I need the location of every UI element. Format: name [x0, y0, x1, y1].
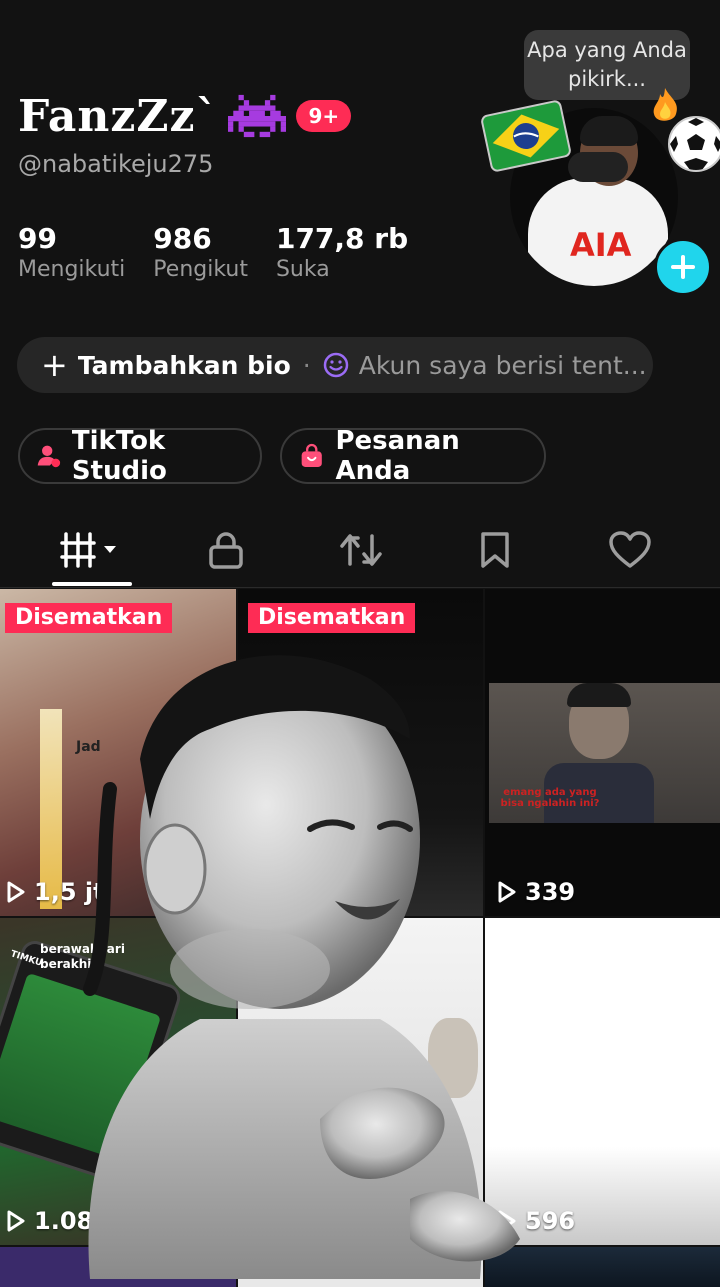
baby-sticker-overlay	[83, 655, 520, 1279]
tab-videos[interactable]	[20, 520, 164, 580]
notification-badge[interactable]: 9+	[296, 100, 352, 132]
stat-following[interactable]: 99 Mengikuti	[18, 222, 125, 284]
play-icon	[7, 1210, 25, 1232]
stat-value: 986	[153, 222, 212, 255]
shopping-bag-icon	[301, 443, 322, 467]
tiktok-studio-button[interactable]: TikTok Studio	[18, 426, 262, 486]
tiktok-studio-label: TikTok Studio	[71, 426, 167, 486]
bookmark-icon	[481, 532, 509, 568]
username-handle: @nabatikeju275	[18, 150, 214, 178]
avatar-hair	[580, 116, 638, 146]
bio-hint-text: Akun saya berisi tent...	[358, 350, 647, 380]
tab-favorites[interactable]	[423, 520, 567, 580]
video-grid: Jad Disematkan 1,5 jt Disematkan emang a…	[0, 589, 720, 1287]
avatar-jersey-text: AIA	[570, 226, 632, 264]
stat-followers[interactable]: 986 Pengikut	[153, 222, 248, 284]
tab-liked[interactable]	[558, 520, 702, 580]
alien-monster-icon	[228, 94, 287, 138]
play-icon	[7, 881, 25, 903]
stat-likes[interactable]: 177,8 rb Suka	[276, 222, 408, 284]
profile-content-tabs	[0, 520, 720, 588]
fire-icon	[653, 88, 677, 121]
add-profile-photo-button[interactable]	[654, 238, 712, 296]
pinned-badge: Disematkan	[5, 603, 173, 633]
your-orders-label: Pesanan Anda	[335, 426, 460, 486]
lock-icon	[209, 532, 243, 569]
your-orders-button[interactable]: Pesanan Anda	[280, 426, 546, 486]
display-name: FanzZz`	[18, 90, 219, 142]
studio-person-icon	[37, 445, 61, 468]
tab-private[interactable]	[154, 520, 298, 580]
plus-icon	[671, 255, 695, 279]
active-tab-indicator	[52, 582, 132, 586]
heart-icon	[609, 531, 651, 568]
repost-icon	[340, 534, 382, 566]
profile-stats: 99 Mengikuti 986 Pengikut 177,8 rb Suka	[18, 222, 408, 284]
meme-hair	[567, 683, 631, 707]
add-bio-label: Tambahkan bio	[77, 350, 291, 380]
stat-value: 177,8 rb	[275, 222, 409, 255]
tab-reposts[interactable]	[289, 520, 433, 580]
plus-icon: +	[41, 346, 68, 384]
add-bio-bar[interactable]: + Tambahkan bio · Akun saya berisi tent.…	[17, 337, 653, 393]
stat-value: 99	[18, 222, 57, 255]
profile-name-row: FanzZz` 9+	[18, 86, 352, 146]
stat-label: Suka	[275, 257, 330, 282]
grid-icon	[60, 532, 116, 568]
stat-label: Mengikuti	[18, 257, 126, 282]
smiley-icon	[323, 352, 348, 378]
tabs-divider	[0, 587, 720, 588]
pinned-badge: Disematkan	[248, 603, 416, 633]
avatar-hand	[568, 152, 628, 182]
soccer-ball-icon	[668, 116, 720, 172]
stat-label: Pengikut	[153, 257, 248, 282]
bio-separator: ·	[302, 350, 311, 380]
